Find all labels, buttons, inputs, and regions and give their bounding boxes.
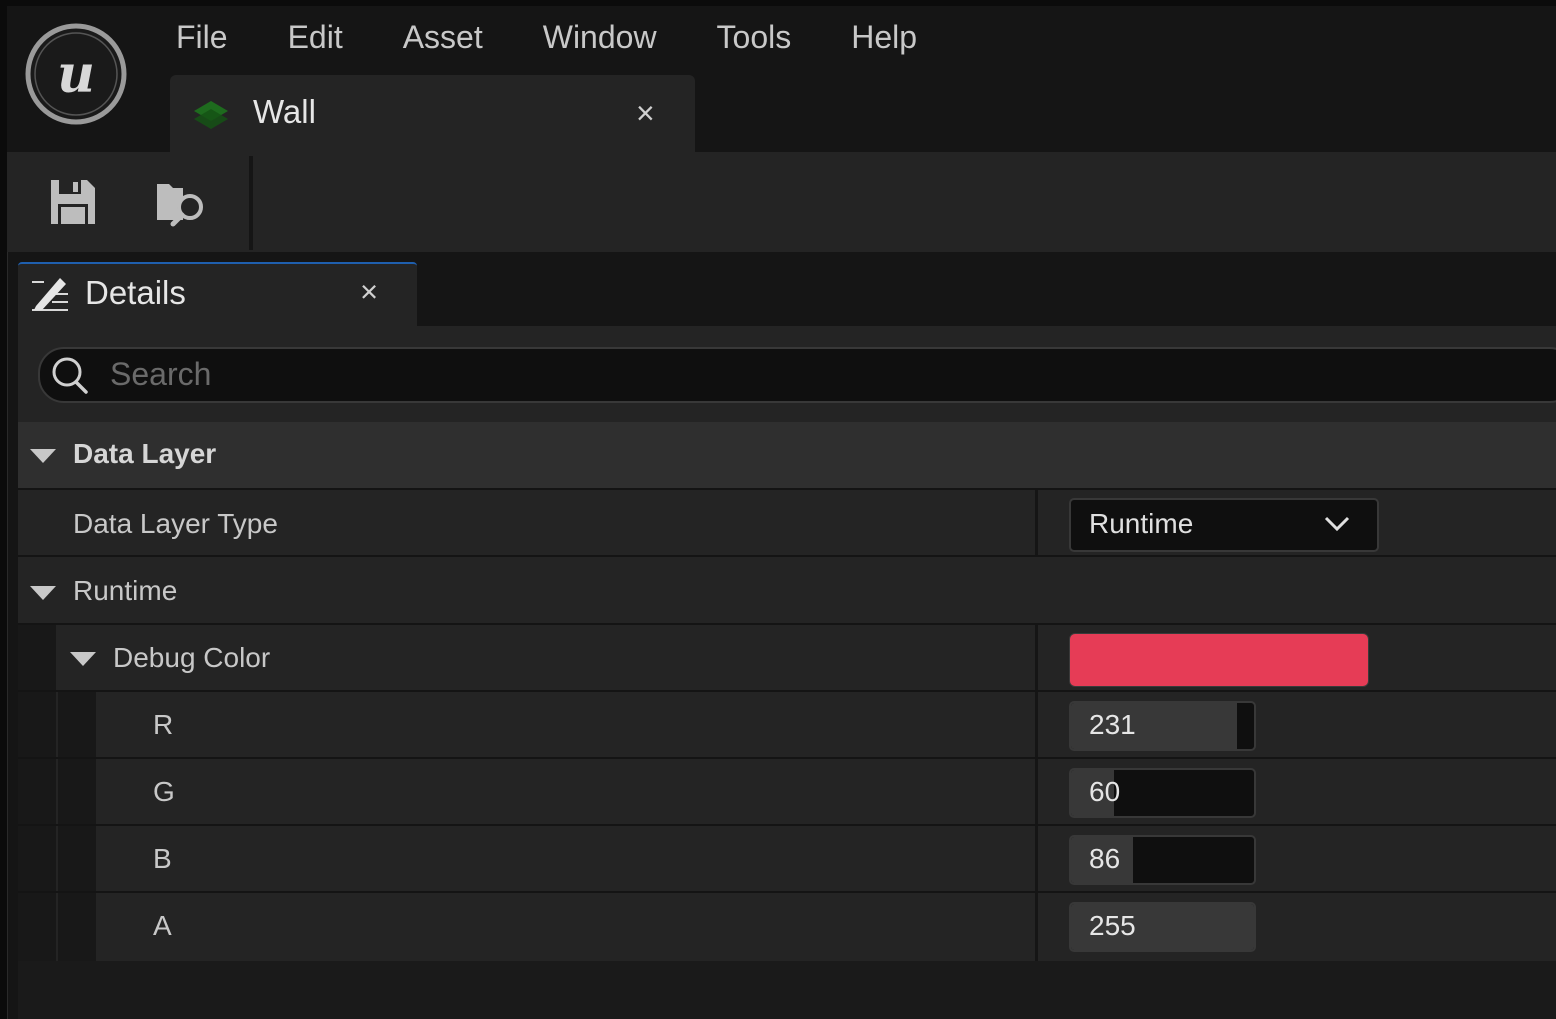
search-box[interactable] <box>38 347 1556 403</box>
debug-color-swatch[interactable] <box>1069 633 1369 687</box>
value-text: 86 <box>1089 843 1121 874</box>
category-data-layer[interactable]: Data Layer <box>18 422 1556 488</box>
indent-guide <box>58 759 96 825</box>
indent-guide <box>18 759 56 825</box>
property-label: R <box>153 709 174 740</box>
collapse-arrow-icon[interactable] <box>70 652 96 666</box>
collapse-arrow-icon[interactable] <box>30 586 56 600</box>
menu-asset[interactable]: Asset <box>373 14 513 60</box>
menu-file[interactable]: File <box>146 14 258 60</box>
property-label: A <box>153 910 172 941</box>
property-row-data-layer-type: Data Layer Type Runtime <box>18 488 1556 557</box>
property-label: B <box>153 843 172 874</box>
category-label: Data Layer <box>73 438 217 469</box>
indent-guide <box>18 692 56 758</box>
value-text: 255 <box>1089 910 1136 941</box>
search-icon <box>52 357 88 394</box>
indent-guide <box>18 625 56 692</box>
menu-window[interactable]: Window <box>513 14 687 60</box>
b-value-field[interactable]: 86 <box>1069 835 1256 885</box>
column-splitter[interactable] <box>1035 826 1038 892</box>
indent-guide <box>18 826 56 892</box>
r-value-field[interactable]: 231 <box>1069 701 1256 751</box>
details-tab[interactable]: Details × <box>18 262 417 328</box>
menu-tools[interactable]: Tools <box>687 14 822 60</box>
close-icon[interactable]: × <box>360 274 378 310</box>
document-tab-label: Wall <box>253 93 316 130</box>
indent-guide <box>58 826 96 892</box>
g-value-field[interactable]: 60 <box>1069 768 1256 818</box>
data-layer-type-dropdown[interactable]: Runtime <box>1069 498 1379 552</box>
search-input[interactable] <box>108 353 1412 395</box>
column-splitter[interactable] <box>1035 490 1038 557</box>
toolbar <box>7 152 1556 252</box>
column-splitter[interactable] <box>1035 692 1038 758</box>
property-row-b: B 86 <box>18 824 1556 892</box>
column-splitter[interactable] <box>1035 759 1038 825</box>
property-row-g: G 60 <box>18 757 1556 825</box>
indent-guide <box>18 893 56 961</box>
value-text: 60 <box>1089 776 1121 807</box>
property-label: G <box>153 776 175 807</box>
document-tab-wall[interactable]: Wall × <box>170 75 695 152</box>
toolbar-separator <box>249 156 253 250</box>
property-row-debug-color: Debug Color <box>18 623 1556 692</box>
column-splitter[interactable] <box>1035 893 1038 961</box>
value-text: 231 <box>1089 709 1136 740</box>
unreal-logo-icon[interactable]: u <box>24 22 128 126</box>
indent-guide <box>58 692 96 758</box>
property-label: Data Layer Type <box>73 508 278 539</box>
save-icon[interactable] <box>45 174 101 230</box>
collapse-arrow-icon[interactable] <box>30 449 56 463</box>
group-runtime[interactable]: Runtime <box>18 555 1556 625</box>
details-tab-label: Details <box>85 274 186 311</box>
details-edit-icon <box>32 278 68 311</box>
a-value-field[interactable]: 255 <box>1069 902 1256 952</box>
svg-text:u: u <box>57 44 95 105</box>
indent-guide <box>58 893 96 961</box>
property-row-a: A 255 <box>18 891 1556 961</box>
chevron-down-icon <box>1324 516 1350 532</box>
close-icon[interactable]: × <box>636 95 655 132</box>
browse-asset-icon[interactable] <box>153 174 209 230</box>
menu-help[interactable]: Help <box>821 14 947 60</box>
data-layer-icon <box>194 101 228 129</box>
column-splitter[interactable] <box>1035 625 1038 692</box>
property-row-r: R 231 <box>18 690 1556 758</box>
menu-edit[interactable]: Edit <box>258 14 373 60</box>
property-label: Debug Color <box>113 642 271 673</box>
group-label: Runtime <box>73 575 178 606</box>
menu-bar: File Edit Asset Window Tools Help <box>146 14 947 60</box>
dropdown-value: Runtime <box>1089 508 1194 539</box>
